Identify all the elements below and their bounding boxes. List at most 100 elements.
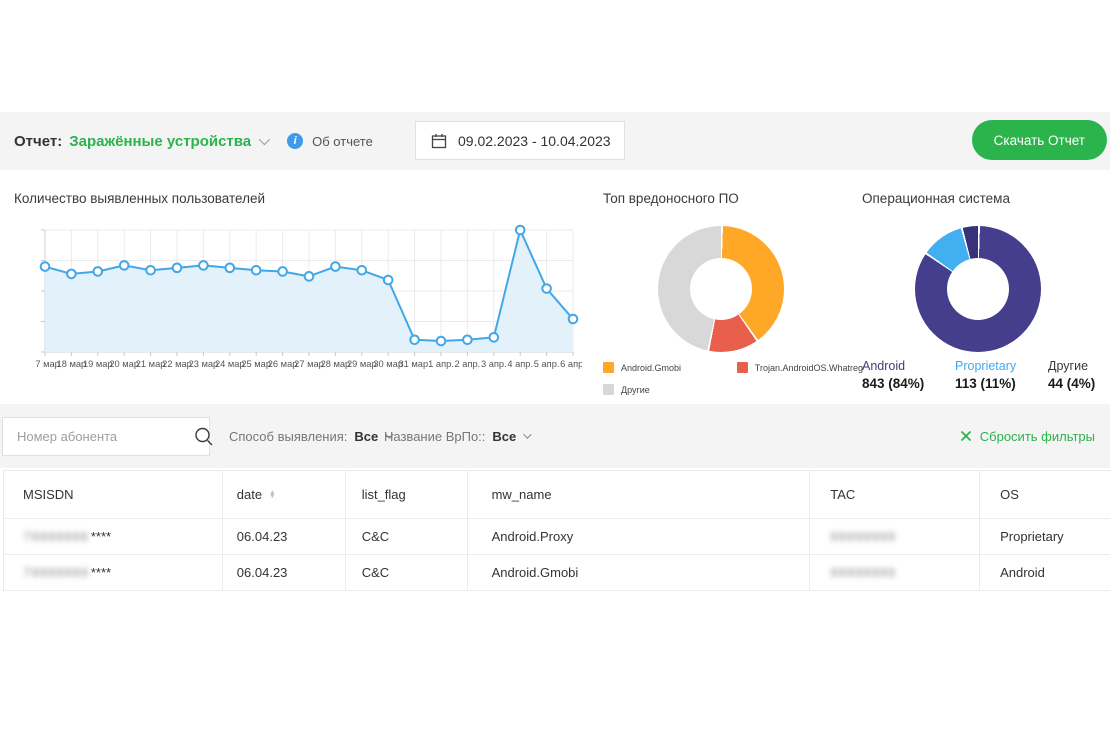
sort-icon[interactable]: ▲▼ [269,491,275,499]
info-icon[interactable]: i [287,133,303,149]
svg-text:19 мар: 19 мар [83,359,113,369]
svg-text:1 апр.: 1 апр. [428,359,454,369]
svg-text:28 мар: 28 мар [321,359,351,369]
svg-text:2 апр.: 2 апр. [455,359,481,369]
cell-tac: 99999999 [810,555,980,590]
close-icon [960,430,972,442]
svg-text:22 мар: 22 мар [162,359,192,369]
line-chart-title: Количество выявленных пользователей [14,191,265,206]
dashboard-page: Отчет: Заражённые устройства i Об отчете… [0,0,1110,740]
chevron-down-icon[interactable] [259,134,270,145]
legend-swatch [737,362,748,373]
legend-item: Android.Gmobi [603,362,737,373]
svg-text:21 мар: 21 мар [136,359,166,369]
cell-os: Android [980,555,1110,590]
legend-item: Другие [603,384,738,395]
download-report-button[interactable]: Скачать Отчет [972,120,1107,160]
subscriber-search-box [2,417,210,456]
redacted-tac: 99999999 [830,529,896,544]
detection-method-dropdown[interactable]: Способ выявления: Все [229,404,391,468]
os-donut-chart [915,226,1041,352]
svg-text:26 мар: 26 мар [268,359,298,369]
os-stat-proprietary: Proprietary 113 (11%) [955,359,1048,391]
redacted-msisdn: 79999999 [23,565,89,580]
os-stat-other: Другие 44 (4%) [1048,359,1095,391]
charts-panel: Количество выявленных пользователей 17 м… [0,170,1110,404]
svg-text:29 мар: 29 мар [347,359,377,369]
legend-label: Android.Gmobi [621,363,681,373]
os-stat-label: Другие [1048,359,1095,373]
detection-method-value: Все [354,429,378,444]
malware-name-value: Все [492,429,516,444]
os-chart-stats: Android 843 (84%) Proprietary 113 (11%) … [862,359,1110,391]
svg-text:3 апр.: 3 апр. [481,359,507,369]
donut-hole [690,258,752,320]
svg-text:4 апр.: 4 апр. [507,359,533,369]
column-header-mw-name: mw_name [468,471,811,518]
calendar-icon [431,133,447,149]
os-stat-android: Android 843 (84%) [862,359,955,391]
column-header-msisdn: MSISDN [4,471,223,518]
cell-os: Proprietary [980,519,1110,554]
report-header-bar: Отчет: Заражённые устройства i Об отчете… [0,112,1110,170]
legend-swatch [603,362,614,373]
about-report-link[interactable]: Об отчете [312,134,373,149]
legend-swatch [603,384,614,395]
redacted-msisdn: 79999999 [23,529,89,544]
cell-list-flag: C&C [346,555,468,590]
malware-chart-title: Топ вредоносного ПО [603,191,739,206]
msisdn-mask: **** [91,565,111,580]
redacted-tac: 99999999 [830,565,896,580]
svg-text:18 мар: 18 мар [57,359,87,369]
date-range-picker[interactable]: 09.02.2023 - 10.04.2023 [415,121,625,160]
search-icon[interactable] [193,426,215,448]
reset-filters-button[interactable]: Сбросить фильтры [960,404,1095,468]
reset-filters-label: Сбросить фильтры [980,429,1095,444]
os-stat-label: Proprietary [955,359,1048,373]
column-header-tac: TAC [810,471,980,518]
column-header-list-flag: list_flag [346,471,468,518]
malware-name-dropdown[interactable]: Название ВрПо:: Все [384,404,529,468]
cell-date: 06.04.23 [223,555,346,590]
infected-devices-table: MSISDN date ▲▼ list_flag mw_name TAC OS … [3,470,1110,591]
cell-mw-name: Android.Proxy [468,519,811,554]
date-range-value: 09.02.2023 - 10.04.2023 [458,133,611,149]
svg-text:27 мар: 27 мар [294,359,324,369]
column-header-os: OS [980,471,1110,518]
donut-hole [947,258,1009,320]
svg-text:6 апр.: 6 апр. [560,359,582,369]
table-header-row: MSISDN date ▲▼ list_flag mw_name TAC OS [4,471,1110,519]
svg-text:23 мар: 23 мар [189,359,219,369]
table-row: 79999999 **** 06.04.23 C&C Android.Proxy… [4,519,1110,555]
legend-label: Trojan.AndroidOS.Whatreg [755,363,863,373]
subscriber-search-input[interactable] [3,418,193,455]
cell-mw-name: Android.Gmobi [468,555,811,590]
svg-text:25 мар: 25 мар [241,359,271,369]
report-label: Отчет: [14,133,62,150]
cell-date: 06.04.23 [223,519,346,554]
detection-method-label: Способ выявления: [229,429,347,444]
svg-text:31 мар.: 31 мар. [398,359,430,369]
chevron-down-icon [523,430,531,438]
os-stat-value: 44 (4%) [1048,376,1095,391]
svg-text:20 мар: 20 мар [109,359,139,369]
legend-item: Trojan.AndroidOS.Whatreg [737,362,863,373]
cell-tac: 99999999 [810,519,980,554]
legend-label: Другие [621,385,650,395]
msisdn-mask: **** [91,529,111,544]
malware-name-label: Название ВрПо:: [384,429,485,444]
filter-bar: Способ выявления: Все Название ВрПо:: Вс… [0,404,1110,468]
table-row: 79999999 **** 06.04.23 C&C Android.Gmobi… [4,555,1110,591]
cell-msisdn: 79999999 **** [4,555,223,590]
report-selector[interactable]: Отчет: Заражённые устройства i Об отчете [14,112,373,170]
os-stat-label: Android [862,359,955,373]
report-name[interactable]: Заражённые устройства [69,133,251,150]
cell-msisdn: 79999999 **** [4,519,223,554]
os-stat-value: 113 (11%) [955,376,1048,391]
cell-list-flag: C&C [346,519,468,554]
os-stat-value: 843 (84%) [862,376,955,391]
malware-donut-chart [658,226,784,352]
line-chart: 17 мар18 мар19 мар20 мар21 мар22 мар23 м… [36,224,582,384]
os-chart-title: Операционная система [862,191,1010,206]
svg-text:5 апр.: 5 апр. [534,359,560,369]
